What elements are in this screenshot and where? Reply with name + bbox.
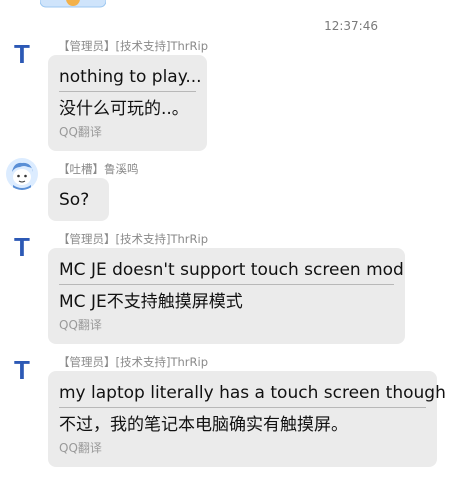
sender-name[interactable]: 【管理员】[技术支持]ThrRip — [58, 231, 208, 247]
avatar-letter: T — [14, 232, 30, 262]
cartoon-avatar-icon — [6, 158, 38, 190]
translation-label: QQ翻译 — [59, 317, 102, 332]
avatar-letter: T — [14, 39, 30, 69]
message-bubble[interactable]: So? — [48, 178, 109, 221]
avatar-letter: T — [14, 355, 30, 385]
user-avatar[interactable]: T — [6, 231, 38, 263]
user-avatar[interactable]: T — [6, 38, 38, 70]
translated-text: MC JE不支持触摸屏模式 — [59, 292, 243, 313]
user-avatar[interactable]: T — [6, 354, 38, 386]
message-text: MC JE doesn't support touch screen mod — [59, 260, 404, 280]
translation-label: QQ翻译 — [59, 440, 102, 455]
message-text: my laptop literally has a touch screen t… — [59, 383, 446, 403]
message-bubble[interactable]: nothing to play... 没什么可玩的..。 QQ翻译 — [48, 55, 207, 151]
sender-name[interactable]: 【吐槽】鲁溪鸣 — [58, 161, 139, 177]
message-text: So? — [59, 190, 90, 210]
sender-name[interactable]: 【管理员】[技术支持]ThrRip — [58, 38, 208, 54]
translation-divider — [59, 91, 196, 93]
message-bubble[interactable]: my laptop literally has a touch screen t… — [48, 371, 446, 467]
translation-label: QQ翻译 — [59, 124, 102, 139]
translated-text: 没什么可玩的..。 — [59, 99, 189, 120]
message-text: nothing to play... — [59, 67, 202, 87]
translated-text: 不过，我的笔记本电脑确实有触摸屏。 — [59, 415, 348, 436]
message-timestamp: 12:37:46 — [324, 19, 378, 33]
translation-divider — [59, 407, 426, 409]
previous-message-fragment — [40, 0, 106, 8]
user-avatar[interactable] — [6, 158, 38, 190]
sender-name[interactable]: 【管理员】[技术支持]ThrRip — [58, 354, 208, 370]
translation-divider — [59, 284, 394, 286]
message-bubble[interactable]: MC JE doesn't support touch screen mod M… — [48, 248, 405, 344]
